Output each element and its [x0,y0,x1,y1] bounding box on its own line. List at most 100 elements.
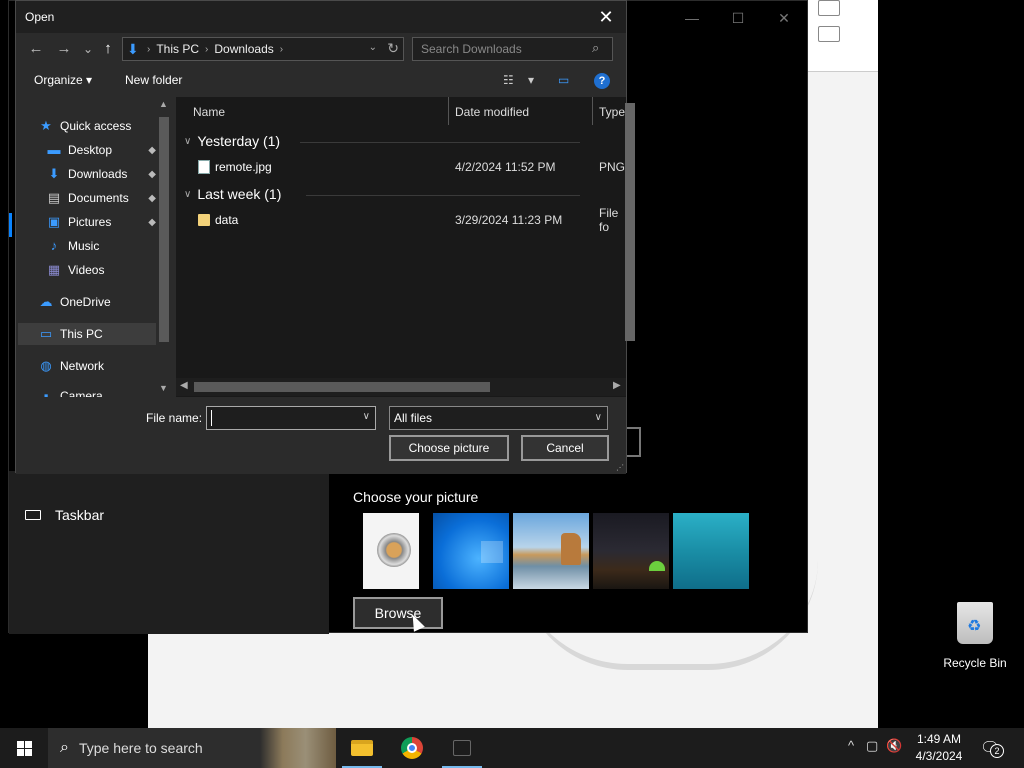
notification-center-button[interactable]: 🗨 2 [980,738,1004,758]
search-highlight-image[interactable] [260,728,336,768]
file-row[interactable]: remote.jpg 4/2/2024 11:52 PM PNG [176,156,626,178]
chevron-down-icon: ▾ [86,73,93,87]
thumbnail-ocean[interactable] [673,513,749,589]
new-folder-button[interactable]: New folder [125,73,182,87]
tablet-mode-icon[interactable]: ▢ [866,738,878,754]
show-hidden-icons-icon[interactable]: ^ [848,738,854,753]
file-name: data [215,213,239,227]
pin-icon: ◆ [148,192,156,204]
nav-item-label: Network [60,359,105,373]
resize-grip-icon[interactable]: ⋰ [616,463,624,472]
column-header-name[interactable]: Name [193,101,225,123]
nav-item-desktop[interactable]: ▬ Desktop ◆ [46,139,157,161]
recycle-bin-shortcut[interactable]: ♻ Recycle Bin [940,602,1010,670]
horizontal-scroll-thumb[interactable] [194,382,490,392]
folder-icon [198,214,210,226]
navigation-pane: ★ Quick access ▬ Desktop ◆ ⬇ Downloads ◆… [16,97,174,397]
taskbar-chrome[interactable] [388,728,436,768]
breadcrumb-this-pc[interactable]: This PC [156,42,199,56]
thumbnail-night-sky[interactable] [593,513,669,589]
column-header-date[interactable]: Date modified [455,101,529,123]
document-icon: ▤ [47,190,61,205]
file-type-filter[interactable]: All files ∨ [389,406,608,430]
close-window-button[interactable]: ✕ [761,7,807,29]
view-options-icon[interactable]: ☷ [503,73,514,87]
browse-button[interactable]: Browse [353,597,443,629]
nav-item-this-pc[interactable]: ▭ This PC [18,323,156,345]
volume-muted-icon[interactable]: 🔇 [886,738,902,754]
taskbar-search-box[interactable]: ⌕ Type here to search [48,728,336,768]
file-name-input[interactable]: ∨ [206,406,376,430]
nav-item-videos[interactable]: ▦ Videos [46,259,156,281]
address-bar[interactable]: ⬇ › This PC › Downloads › ⌄ ↻ [122,37,404,61]
clock-time: 1:49 AM [916,732,962,746]
notification-count-badge: 2 [990,744,1004,758]
background-window-panel [808,0,878,72]
nav-item-label: Camera [60,389,103,397]
arrow-left-icon[interactable]: ← [26,39,46,59]
nav-pane-scrollbar[interactable]: ▲ ▼ [156,97,174,397]
nav-item-pictures[interactable]: ▣ Pictures ◆ [46,211,156,233]
close-icon[interactable]: ✕ [594,5,618,29]
scroll-down-icon[interactable]: ▼ [159,383,168,393]
arrow-up-icon[interactable]: ↑ [98,39,118,59]
thumbnail-washer[interactable] [353,513,429,589]
chevron-down-icon[interactable]: ⌄ [78,39,98,59]
nav-item-onedrive[interactable]: ☁ OneDrive [38,291,174,313]
search-icon: ⌕ [60,739,69,756]
open-file-dialog: Open ✕ ← → ⌄ ↑ ⬇ › This PC › Downloads ›… [15,0,635,474]
nav-item-downloads[interactable]: ⬇ Downloads ◆ [46,163,156,185]
nav-item-network[interactable]: ◍ Network [38,355,174,377]
settings-app-icon [453,740,471,756]
maximize-button[interactable]: ☐ [715,7,761,29]
nav-item-camera[interactable]: ▪ Camera [38,385,174,398]
search-input[interactable]: Search Downloads ⌕ [412,37,613,61]
nav-item-music[interactable]: ♪ Music [46,235,156,257]
download-location-icon: ⬇ [127,41,139,57]
file-list-horizontal-scrollbar[interactable]: ◀ ▶ [176,378,626,396]
file-list-vertical-scrollbar[interactable] [625,103,635,341]
chevron-down-icon[interactable]: ∨ [363,411,370,422]
download-icon: ⬇ [48,166,60,181]
breadcrumb-downloads[interactable]: Downloads [214,42,273,56]
organize-button[interactable]: Organize ▾ [34,73,92,87]
nav-item-label: Downloads [68,167,128,181]
help-icon[interactable]: ? [594,73,610,89]
file-row[interactable]: data 3/29/2024 11:23 PM File fo [176,206,626,234]
group-header-last-week[interactable]: ∨ Last week (1) [184,186,281,202]
refresh-icon[interactable]: ↻ [387,40,399,57]
group-header-yesterday[interactable]: ∨ Yesterday (1) [184,133,280,149]
column-header-type[interactable]: Type [599,101,625,123]
start-button[interactable] [0,728,48,768]
address-dropdown-icon[interactable]: ⌄ [369,42,377,53]
breadcrumb-separator: › [279,43,284,55]
scroll-up-icon[interactable]: ▲ [159,99,168,109]
taskbar-settings-app[interactable] [438,728,486,768]
thumbnail-beach[interactable] [513,513,589,589]
chevron-down-icon: ∨ [184,188,192,200]
scroll-right-icon[interactable]: ▶ [613,380,621,391]
clock-date: 4/3/2024 [915,749,963,763]
arrow-right-icon[interactable]: → [54,39,74,59]
scroll-left-icon[interactable]: ◀ [180,380,188,391]
choose-picture-section: Choose your picture Browse [353,489,749,629]
settings-nav-taskbar[interactable]: Taskbar [25,507,104,523]
nav-item-documents[interactable]: ▤ Documents ◆ [46,187,156,209]
system-clock[interactable]: 1:49 AM 4/3/2024 [910,731,968,765]
nav-scroll-thumb[interactable] [159,117,169,342]
file-name-label: File name: [146,411,203,425]
nav-item-quick-access[interactable]: ★ Quick access [38,115,174,137]
choose-picture-button[interactable]: Choose picture [389,435,509,461]
file-list-pane: Name Date modified Type ∨ Yesterday (1) … [176,97,626,397]
column-divider[interactable] [448,97,449,125]
thumbnail-windows[interactable] [433,513,509,589]
recycle-bin-label: Recycle Bin [943,656,1007,670]
column-divider[interactable] [592,97,593,125]
group-label: Last week (1) [197,186,282,202]
preview-pane-icon[interactable]: ▭ [558,73,569,87]
group-divider-line [306,195,580,196]
taskbar-file-explorer[interactable] [338,728,386,768]
minimize-button[interactable]: — [669,7,715,29]
chevron-down-icon[interactable]: ▾ [528,73,534,87]
cancel-button[interactable]: Cancel [521,435,609,461]
